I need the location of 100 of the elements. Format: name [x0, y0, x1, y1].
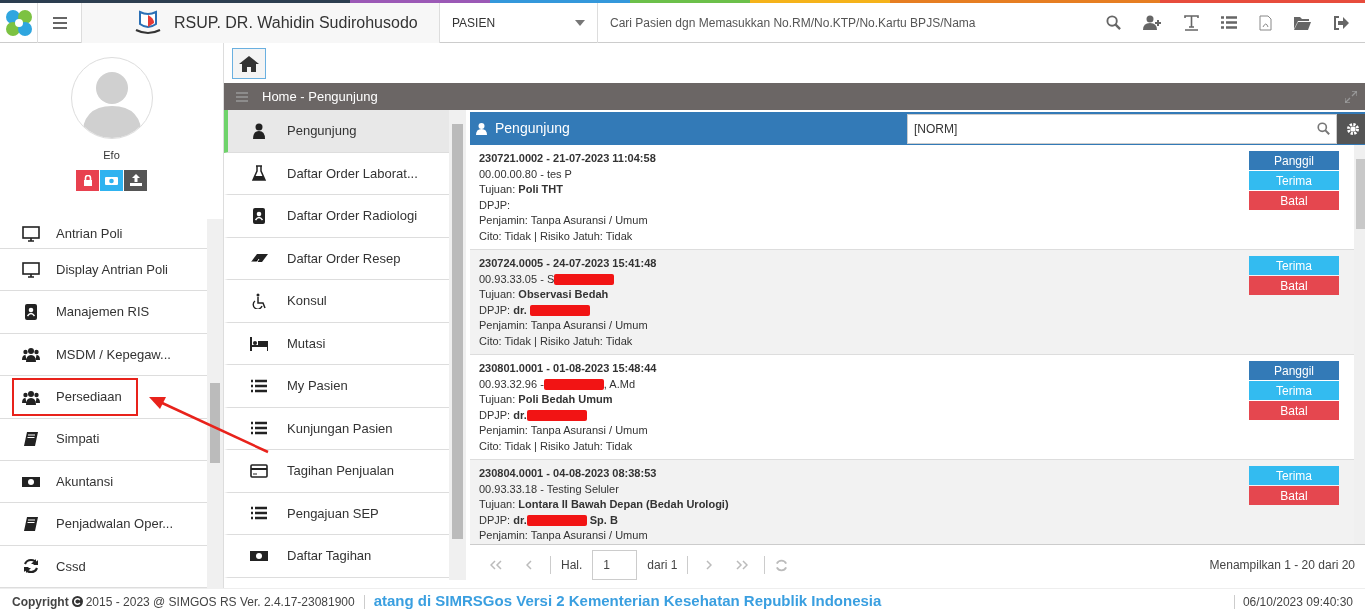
- panel-title: Pengunjung: [495, 119, 571, 138]
- visit-detail: Penjamin: Tanpa Asuransi / Umum: [479, 528, 648, 543]
- home-icon: [239, 54, 259, 72]
- visit-detail: Tujuan:: [479, 182, 517, 197]
- monitor-icon: [22, 261, 40, 278]
- users-icon: [22, 346, 40, 363]
- redaction-mark: [554, 273, 615, 285]
- users-icon: [22, 388, 40, 405]
- caret-icon: [575, 19, 585, 26]
- bed-icon: [250, 335, 268, 352]
- credit-card-icon: [250, 462, 268, 479]
- settings-icon: [1346, 121, 1360, 136]
- app-logo-icon: [3, 7, 34, 38]
- expand-icon[interactable]: [1345, 90, 1357, 103]
- list-scrollbar[interactable]: [1354, 145, 1365, 544]
- visit-header: 230724.0005 - 24-07-2023 15:41:48: [479, 256, 657, 271]
- menu-item[interactable]: Pengunjung: [224, 110, 449, 153]
- visit-detail: 00.93.33.05 - S: [479, 271, 555, 287]
- text-icon[interactable]: [1184, 14, 1199, 31]
- visit-detail: Tujuan:: [479, 392, 517, 407]
- sidebar-item[interactable]: Antrian Poli: [12, 214, 139, 253]
- visit-detail: Lontara II Bawah Depan (Bedah Urologi): [518, 497, 729, 512]
- sidebar-item[interactable]: Cssd: [12, 547, 102, 586]
- redaction-mark: [543, 378, 604, 390]
- folder-icon[interactable]: [1294, 15, 1311, 30]
- user-icon: [476, 122, 487, 135]
- hospital-logo-icon: [134, 9, 162, 36]
- sidebar-item[interactable]: Manajemen RIS: [12, 293, 166, 332]
- upload-icon: [129, 174, 142, 186]
- lock-button[interactable]: [76, 169, 99, 191]
- camera-icon: [105, 175, 118, 185]
- visit-detail: Penjamin: Tanpa Asuransi / Umum: [479, 423, 648, 438]
- cancel-button[interactable]: Batal: [1249, 401, 1339, 420]
- marquee-text: atang di SIMRSGos Versi 2 Kementerian Kesehatan Republik Indonesia: [373, 591, 883, 612]
- call-button[interactable]: Panggil: [1249, 151, 1339, 170]
- patient-search-field[interactable]: Cari Pasien dgn Memasukkan No.RM/No.KTP/No.Kartu BPJS/Nama: [598, 3, 1038, 42]
- redaction-mark: [526, 514, 587, 526]
- visit-detail: DPJP:: [479, 512, 512, 528]
- book-icon: [22, 515, 40, 532]
- app-title: RSUP. DR. Wahidin Sudirohusodo: [174, 12, 418, 33]
- redaction-mark: [529, 304, 590, 316]
- visit-card[interactable]: 230724.0005 - 24-07-2023 15:41:48 00.93.33.05 - S Tujuan: Observasi Bedah DPJP: dr. Penjamin: Tanpa Asuransi / Umum Cito: Tidak | Risiko Jatuh: Tidak Terima Batal: [470, 250, 1354, 355]
- redaction-mark: [526, 409, 587, 421]
- records-summary: Menampilkan 1 - 20 dari 20: [1209, 557, 1355, 574]
- visit-detail: dr.: [513, 512, 527, 528]
- list-icon: [250, 505, 268, 522]
- settings-button[interactable]: [1337, 113, 1365, 144]
- visit-detail: Tujuan:: [479, 287, 517, 302]
- upload-button[interactable]: [124, 169, 147, 191]
- visit-detail: 00.00.00.80 - tes P: [479, 166, 572, 182]
- visit-detail: Observasi Bedah: [518, 287, 609, 302]
- visit-detail: Tujuan:: [479, 497, 517, 512]
- date-time: 06/10/2023 09:40:30: [1242, 593, 1353, 611]
- cancel-button[interactable]: Batal: [1249, 276, 1339, 295]
- sidebar-scrollbar[interactable]: [207, 219, 223, 589]
- menu-scrollbar[interactable]: [449, 110, 466, 580]
- home-button[interactable]: [232, 47, 266, 79]
- user-name: Efo: [103, 148, 120, 163]
- visit-detail: Penjamin: Tanpa Asuransi / Umum: [479, 318, 648, 333]
- sidebar-item[interactable]: MSDM / Kepegaw...: [12, 335, 187, 374]
- id-badge-icon: [22, 304, 40, 321]
- highlighted-menu-item[interactable]: Persediaan: [12, 377, 138, 416]
- list-icon: [250, 377, 268, 394]
- refresh-icon: [22, 558, 40, 575]
- search-icon[interactable]: [1106, 15, 1121, 30]
- visit-detail: dr.: [513, 302, 528, 318]
- call-button[interactable]: Panggil: [1249, 361, 1339, 380]
- visit-detail: Cito: Tidak | Risiko Jatuh: Tidak: [479, 438, 633, 454]
- visit-detail: Cito: Tidak | Risiko Jatuh: Tidak: [479, 333, 633, 349]
- book-icon: [22, 431, 40, 448]
- cancel-button[interactable]: Batal: [1249, 486, 1339, 505]
- add-user-icon[interactable]: [1143, 15, 1162, 30]
- page-number-field[interactable]: 1: [592, 550, 638, 580]
- visit-detail: Penjamin: Tanpa Asuransi / Umum: [479, 213, 648, 228]
- lock-icon: [82, 174, 93, 186]
- page-count: dari 1: [647, 557, 678, 574]
- search-category-dropdown[interactable]: PASIEN: [440, 2, 598, 43]
- visit-detail: Cito: Tidak | Risiko Jatuh: Tidak: [479, 228, 633, 244]
- sidebar-item[interactable]: Akuntansi: [12, 462, 130, 501]
- page-label: Hal.: [561, 557, 583, 574]
- visit-detail: Sp. B: [588, 512, 618, 528]
- id-badge-icon: [250, 207, 268, 224]
- sidebar-item[interactable]: Simpati: [12, 420, 116, 459]
- visit-detail: 00.93.33.18 - Testing Seluler: [479, 481, 619, 497]
- visit-detail: dr.: [513, 407, 527, 423]
- visit-detail: DPJP:: [479, 407, 512, 423]
- flask-icon: [250, 165, 268, 182]
- sidebar-item[interactable]: Display Antrian Poli: [12, 250, 184, 289]
- list-icon[interactable]: [1221, 16, 1237, 29]
- cancel-button[interactable]: Batal: [1249, 191, 1339, 210]
- version-text: 2015 - 2023 @ SIMGOS RS Ver. 2.4.17-23081900: [85, 593, 355, 611]
- visit-detail: Poli THT: [518, 182, 563, 197]
- list-icon: [250, 420, 268, 437]
- visit-card[interactable]: 230804.0001 - 04-08-2023 08:38:53 00.93.33.18 - Testing Seluler Tujuan: Lontara II Bawah Depan (Bedah Urologi) DPJP: dr. Sp. B Penjamin: Tanpa Asuransi / Umum Terima Batal: [470, 460, 1354, 544]
- wheelchair-icon: [250, 292, 268, 309]
- filter-field[interactable]: [NORM]: [907, 113, 1337, 144]
- sidebar-item[interactable]: Penjadwalan Oper...: [12, 504, 190, 543]
- pdf-file-icon[interactable]: [1259, 14, 1272, 31]
- visit-header: 230801.0001 - 01-08-2023 15:48:44: [479, 361, 657, 376]
- logout-icon[interactable]: [1333, 15, 1349, 30]
